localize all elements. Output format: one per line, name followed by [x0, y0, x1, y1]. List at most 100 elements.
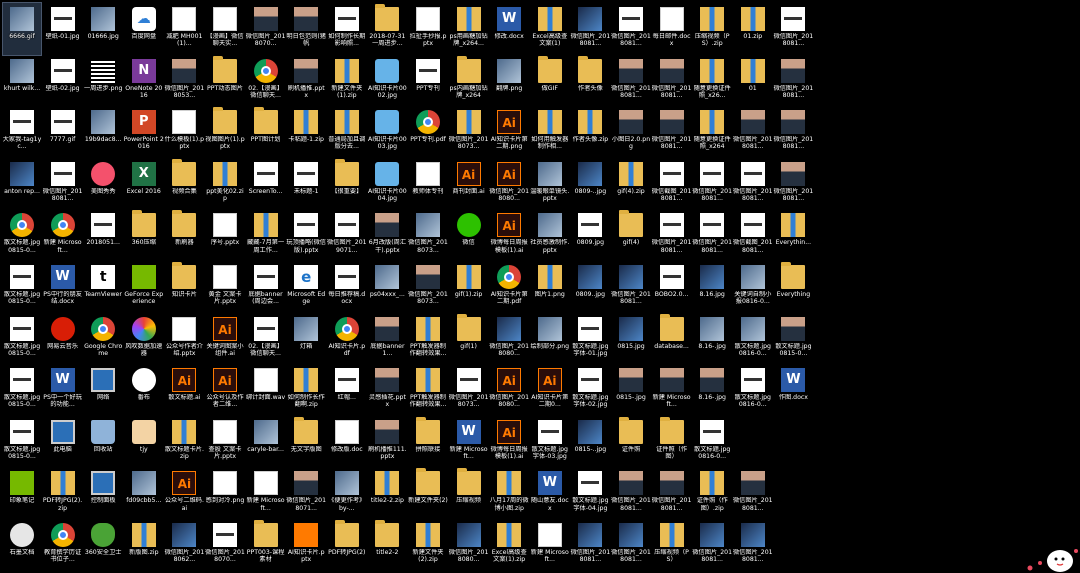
desktop-icon[interactable]: 绘制部分.png: [531, 313, 569, 365]
desktop-icon[interactable]: 散文标题.jpg0815-0...: [3, 364, 41, 416]
desktop-icon[interactable]: 回收站: [84, 416, 122, 468]
desktop-icon[interactable]: W 作图.docx: [774, 364, 812, 416]
desktop-icon[interactable]: 微信图片_2018081...: [774, 158, 813, 210]
desktop-icon[interactable]: 玩顶播略(微信版).pptx: [286, 209, 326, 261]
desktop-icon[interactable]: 小图日2.0.png: [612, 106, 650, 158]
desktop-icon[interactable]: 微信图片_2018053...: [165, 55, 204, 107]
desktop-icon[interactable]: 随意更换证件照_x264: [693, 106, 731, 158]
desktop-icon[interactable]: 微信图片_2018081...: [692, 158, 732, 210]
desktop-icon[interactable]: 灵感插花.pptx: [368, 364, 406, 416]
desktop-icon[interactable]: 散文标题.jpg字体-03.jpg: [531, 416, 569, 468]
desktop-icon[interactable]: 微信图片_2019071...: [327, 209, 367, 261]
desktop-icon[interactable]: 0809-..jpg: [571, 158, 609, 210]
desktop-icon[interactable]: 微信图片_2018080...: [489, 313, 529, 365]
desktop-icon[interactable]: 公众号作者介绍.pptx: [165, 313, 203, 365]
desktop-icon[interactable]: W PS中行的朋友结.docx: [43, 261, 82, 313]
desktop-icon[interactable]: X Excel 2016: [125, 158, 163, 210]
desktop-icon[interactable]: t TeamViewer: [84, 261, 122, 313]
desktop-icon[interactable]: gif(1): [450, 313, 488, 365]
desktop-icon[interactable]: 每日邮件.docx: [653, 3, 691, 55]
desktop-icon[interactable]: Ai 微博每日周报模板(1).ai: [490, 209, 528, 261]
desktop-icon[interactable]: 壁纸-02.jpg: [44, 55, 82, 107]
desktop-icon[interactable]: 关键词自制小报0816-0...: [734, 261, 772, 313]
desktop-icon[interactable]: 网易云音乐: [44, 313, 82, 365]
desktop-icon[interactable]: 普通局加且调版分去...: [328, 106, 366, 158]
desktop-icon[interactable]: PPT003-课程素材: [247, 519, 285, 571]
desktop-icon[interactable]: 教育撰学历证书位子...: [44, 519, 82, 571]
desktop-icon[interactable]: 散文标题.jpg0816-0...: [693, 416, 731, 468]
desktop-icon[interactable]: Everythin...: [774, 209, 812, 261]
desktop-icon[interactable]: Ai 微信图片_2018080...: [489, 364, 529, 416]
desktop-icon[interactable]: 底据banner1...: [368, 313, 406, 365]
desktop-icon[interactable]: 微信图片_2018073...: [408, 261, 448, 313]
desktop-icon[interactable]: 新建 Microsoft...: [44, 209, 82, 261]
desktop-icon[interactable]: 【很重要】: [328, 158, 366, 210]
desktop-icon[interactable]: 2018051...: [84, 209, 122, 261]
desktop-icon[interactable]: 8.16-.jpg: [693, 313, 731, 365]
desktop-icon[interactable]: 拼照联接: [409, 416, 447, 468]
desktop-icon[interactable]: 微信图片_2018081...: [611, 261, 651, 313]
desktop-icon[interactable]: 微信图片_2018081...: [733, 467, 773, 519]
desktop-icon[interactable]: 散文标题.jpg0816-0...: [734, 364, 772, 416]
desktop-icon[interactable]: 微信图片_2018081...: [571, 3, 610, 55]
desktop-icon[interactable]: 新建文件夹(2): [408, 467, 448, 519]
desktop-icon[interactable]: title2-2.zip: [368, 467, 406, 519]
desktop-icon[interactable]: 0815.jpg: [612, 313, 650, 365]
desktop-icon[interactable]: fd09cbb5...: [125, 467, 163, 519]
desktop-icon[interactable]: Google Chrome: [84, 313, 122, 365]
desktop-icon[interactable]: 微信图片_2018070...: [246, 3, 285, 55]
desktop-icon[interactable]: 01: [734, 55, 772, 107]
desktop-icon[interactable]: 微信图片_2018081...: [733, 519, 773, 571]
desktop-icon[interactable]: 散文标题.jpg0816-0...: [734, 313, 772, 365]
desktop-icon[interactable]: BOBO2.0...: [653, 261, 691, 313]
desktop-icon[interactable]: GeForce Experience: [124, 261, 163, 313]
desktop-icon[interactable]: AI知识卡片0004.jpg: [368, 158, 407, 210]
desktop-icon[interactable]: gif(4).zip: [612, 158, 650, 210]
desktop-icon[interactable]: 新建文件夹(1).zip: [328, 55, 366, 107]
desktop-icon[interactable]: N OneNote 2016: [125, 55, 163, 107]
desktop-icon[interactable]: AI知识卡片第二期.pdf: [490, 261, 528, 313]
desktop-icon[interactable]: 八月17周的微博小图.zip: [490, 467, 529, 519]
desktop-icon[interactable]: 底据banner(周边会...: [247, 261, 285, 313]
desktop-icon[interactable]: 微信图片_2018081...: [692, 209, 732, 261]
desktop-icon[interactable]: 微信图片_2018081...: [774, 55, 813, 107]
desktop-icon[interactable]: 证件照（作图）: [653, 416, 691, 468]
desktop-icon[interactable]: W PS中一个好玩的功能...: [43, 364, 82, 416]
desktop-icon[interactable]: 做GIF: [531, 55, 569, 107]
desktop-icon[interactable]: PPT动态图片: [206, 55, 244, 107]
desktop-icon[interactable]: 散文标题卡片.zip: [165, 416, 204, 468]
desktop-icon[interactable]: AI知识卡片0003.jpg: [368, 106, 407, 158]
desktop-icon[interactable]: 微信图片_2018081...: [652, 467, 691, 519]
desktop-icon[interactable]: 未标题-1: [287, 158, 325, 210]
desktop-icon[interactable]: 微信图片_2018081...: [652, 55, 691, 107]
desktop-icon[interactable]: 【漫画】微信聊天实...: [206, 3, 244, 55]
desktop-icon[interactable]: Ai 关键词图案小组件.ai: [206, 313, 244, 365]
desktop-icon[interactable]: khurt wilk...: [3, 55, 41, 107]
desktop-icon[interactable]: 随意更换证件照_x26...: [693, 55, 731, 107]
desktop-icon[interactable]: 7777.gif: [44, 106, 82, 158]
desktop-icon[interactable]: ps用画糖加钻牌_x264...: [450, 3, 488, 55]
desktop-icon[interactable]: Ai AI知识卡片第二期0...: [531, 364, 569, 416]
desktop-icon[interactable]: 微信图片_2018081...: [733, 106, 773, 158]
desktop-icon[interactable]: 查股 文案卡片.pptx: [206, 416, 244, 468]
desktop-icon[interactable]: ppt美化02.zip: [206, 158, 244, 210]
desktop-icon[interactable]: ps04xxx_...: [368, 261, 406, 313]
desktop-icon[interactable]: 减肥 MH001(1)...: [165, 3, 203, 55]
desktop-icon[interactable]: 新版图.zip: [125, 519, 163, 571]
desktop-icon[interactable]: 感到对冷.png: [206, 467, 244, 519]
desktop-icon[interactable]: 2018-07-31一周进步...: [368, 3, 406, 55]
desktop-icon[interactable]: 藏藏-7月第一周工作...: [247, 209, 285, 261]
desktop-icon[interactable]: 石墨文档: [3, 519, 41, 571]
desktop-icon[interactable]: 散文标题.jpg0815-0...: [3, 416, 41, 468]
desktop-icon[interactable]: Ai 微博每日周报模板(1).ai: [490, 416, 528, 468]
desktop-icon[interactable]: AI知识卡片0002.jpg: [368, 55, 407, 107]
desktop-icon[interactable]: 网络: [84, 364, 122, 416]
desktop-icon[interactable]: 微信图片_2018081...: [611, 467, 651, 519]
desktop-icon[interactable]: 01666.jpg: [84, 3, 122, 55]
desktop-icon[interactable]: 微信图片_2018081...: [652, 209, 691, 261]
desktop-icon[interactable]: 散文标题.jpg字体-01.jpg: [571, 313, 609, 365]
desktop-icon[interactable]: 360压缩: [125, 209, 163, 261]
desktop-icon[interactable]: Ai 散文标题.ai: [165, 364, 203, 416]
desktop-icon[interactable]: 微信图片_2018073...: [449, 106, 488, 158]
desktop-icon[interactable]: 8.16.jpg: [693, 261, 731, 313]
